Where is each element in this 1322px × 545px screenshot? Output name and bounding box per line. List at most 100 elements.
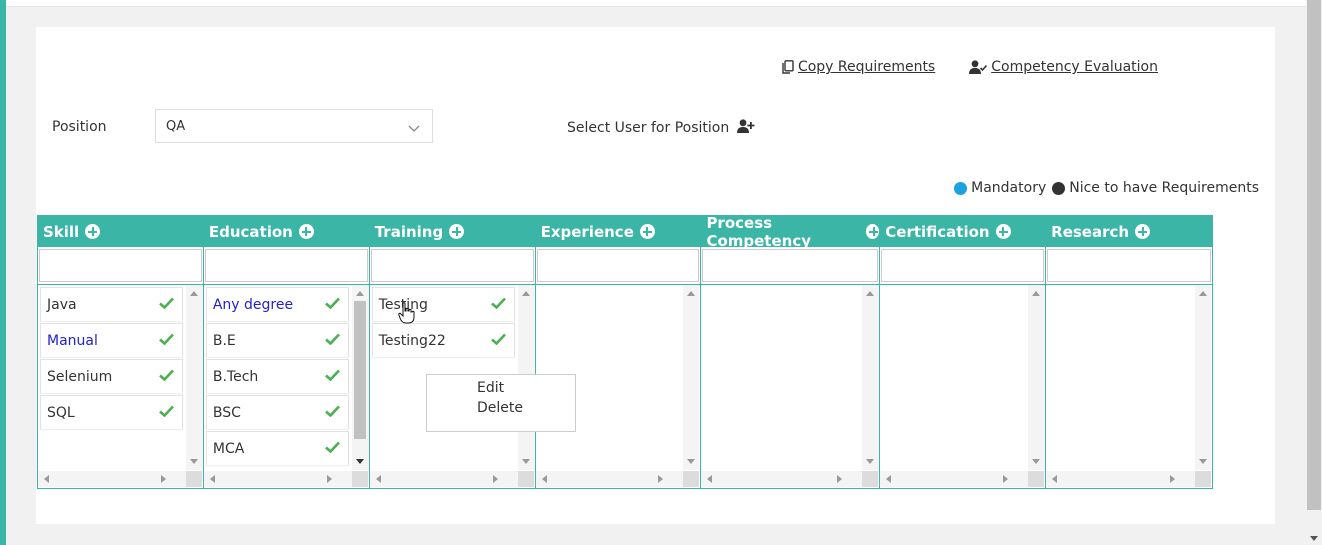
scroll-right-arrow[interactable]	[326, 475, 332, 483]
list-item[interactable]: MCA	[205, 431, 349, 465]
page-scroll-down-arrow[interactable]	[1310, 536, 1318, 541]
scroll-left-arrow[interactable]	[886, 475, 892, 483]
column-title: Research	[1051, 222, 1130, 241]
column-filter-input[interactable]	[702, 249, 879, 282]
scroll-down-arrow[interactable]	[189, 459, 198, 464]
scroll-left-arrow[interactable]	[375, 475, 381, 483]
column-title: Experience	[540, 222, 634, 241]
list-item[interactable]: B.E	[205, 323, 349, 357]
position-select[interactable]: QA	[155, 109, 433, 143]
scroll-down-arrow[interactable]	[1032, 459, 1041, 464]
scroll-right-arrow[interactable]	[658, 475, 664, 483]
column-filter-input[interactable]	[881, 249, 1045, 282]
vertical-scrollbar[interactable]	[1195, 285, 1211, 470]
competency-evaluation-label: Competency Evaluation	[991, 59, 1158, 75]
hand-cursor-icon	[398, 302, 416, 328]
scroll-left-arrow[interactable]	[1052, 475, 1058, 483]
list-item[interactable]: Selenium	[40, 359, 183, 393]
horizontal-scrollbar[interactable]	[535, 471, 684, 487]
check-icon	[324, 405, 340, 421]
scrollbar-thumb[interactable]	[353, 301, 366, 439]
scroll-right-arrow[interactable]	[160, 475, 166, 483]
column-filter-input[interactable]	[204, 249, 368, 282]
top-bar	[6, 0, 1306, 7]
scroll-down-arrow[interactable]	[866, 459, 875, 464]
nice-to-have-dot	[1052, 181, 1066, 195]
scroll-down-arrow[interactable]	[521, 459, 530, 464]
vertical-scrollbar[interactable]	[351, 285, 368, 470]
horizontal-scrollbar[interactable]	[38, 471, 186, 487]
scrollbar-corner	[185, 471, 202, 487]
scroll-down-arrow[interactable]	[1199, 459, 1207, 464]
horizontal-scrollbar[interactable]	[1046, 471, 1195, 487]
list-item[interactable]: BSC	[205, 395, 349, 429]
scroll-up-arrow[interactable]	[687, 291, 696, 296]
scroll-up-arrow[interactable]	[521, 291, 530, 296]
scrollbar-corner	[351, 471, 368, 487]
scroll-right-arrow[interactable]	[1170, 475, 1175, 483]
column-list	[1046, 285, 1212, 488]
column-header: Research	[1046, 216, 1212, 247]
plus-circle-icon[interactable]	[639, 224, 655, 239]
plus-circle-icon[interactable]	[866, 224, 880, 239]
horizontal-scrollbar[interactable]	[369, 471, 518, 487]
list-item[interactable]: SQL	[40, 395, 183, 429]
legend-mandatory-label: Mandatory	[971, 180, 1047, 196]
context-menu-edit[interactable]: Edit	[427, 378, 575, 398]
horizontal-scrollbar[interactable]	[701, 471, 863, 487]
vertical-scrollbar[interactable]	[862, 285, 879, 470]
select-user-for-position[interactable]: Select User for Position	[567, 119, 755, 137]
page-scrollbar[interactable]	[1306, 0, 1322, 545]
column-list	[880, 285, 1045, 488]
vertical-scrollbar[interactable]	[683, 285, 700, 470]
plus-circle-icon[interactable]	[1135, 224, 1151, 239]
scroll-up-arrow[interactable]	[1032, 291, 1041, 296]
column-filter-input[interactable]	[39, 249, 202, 282]
vertical-scrollbar[interactable]	[185, 285, 202, 470]
scroll-up-arrow[interactable]	[1199, 291, 1207, 296]
column-filter	[880, 247, 1046, 285]
scroll-left-arrow[interactable]	[707, 475, 713, 483]
context-menu-delete[interactable]: Delete	[427, 398, 575, 418]
column-filter-input[interactable]	[536, 249, 700, 282]
column-filter-input[interactable]	[1047, 249, 1211, 282]
column-filter-input[interactable]	[370, 249, 534, 282]
user-plus-icon[interactable]	[737, 119, 755, 137]
list-item[interactable]: Any degree	[205, 287, 349, 321]
copy-requirements-label: Copy Requirements	[797, 59, 936, 75]
scroll-up-arrow[interactable]	[189, 291, 198, 296]
scroll-up-arrow[interactable]	[866, 291, 875, 296]
column-education: Education Any degree B.E B.Tech BSC MCA	[203, 216, 370, 488]
scroll-left-arrow[interactable]	[541, 475, 547, 483]
list-item-label: Java	[47, 296, 77, 313]
scroll-right-arrow[interactable]	[837, 475, 843, 483]
column-skill: Skill Java Manual Selenium SQL	[38, 216, 204, 488]
horizontal-scrollbar[interactable]	[880, 471, 1029, 487]
copy-requirements-link[interactable]: Copy Requirements	[782, 59, 935, 75]
scroll-left-arrow[interactable]	[209, 475, 215, 483]
list-item[interactable]: B.Tech	[205, 359, 349, 393]
horizontal-scrollbar[interactable]	[203, 471, 352, 487]
column-items: Any degree B.E B.Tech BSC MCA	[205, 287, 349, 467]
plus-circle-icon[interactable]	[449, 224, 465, 239]
plus-circle-icon[interactable]	[995, 224, 1011, 239]
scrollbar-corner	[1028, 471, 1045, 487]
list-item[interactable]: Testing	[371, 287, 515, 321]
vertical-scrollbar[interactable]	[1028, 285, 1045, 470]
scroll-left-arrow[interactable]	[44, 475, 49, 483]
plus-circle-icon[interactable]	[85, 224, 101, 239]
list-item[interactable]: Manual	[40, 323, 183, 357]
plus-circle-icon[interactable]	[298, 224, 314, 239]
legend: Mandatory Nice to have Requirements	[954, 180, 1259, 196]
scroll-right-arrow[interactable]	[492, 475, 498, 483]
position-label: Position	[52, 119, 107, 135]
scroll-down-arrow[interactable]	[687, 459, 696, 464]
scroll-up-arrow[interactable]	[355, 291, 364, 296]
scroll-right-arrow[interactable]	[1003, 475, 1009, 483]
competency-evaluation-link[interactable]: Competency Evaluation	[969, 59, 1158, 75]
scroll-down-arrow[interactable]	[355, 459, 364, 464]
page-scrollbar-thumb[interactable]	[1307, 0, 1321, 510]
list-item[interactable]: Java	[40, 287, 183, 321]
column-certification: Certification	[880, 216, 1047, 488]
list-item[interactable]: Testing22	[371, 323, 515, 357]
